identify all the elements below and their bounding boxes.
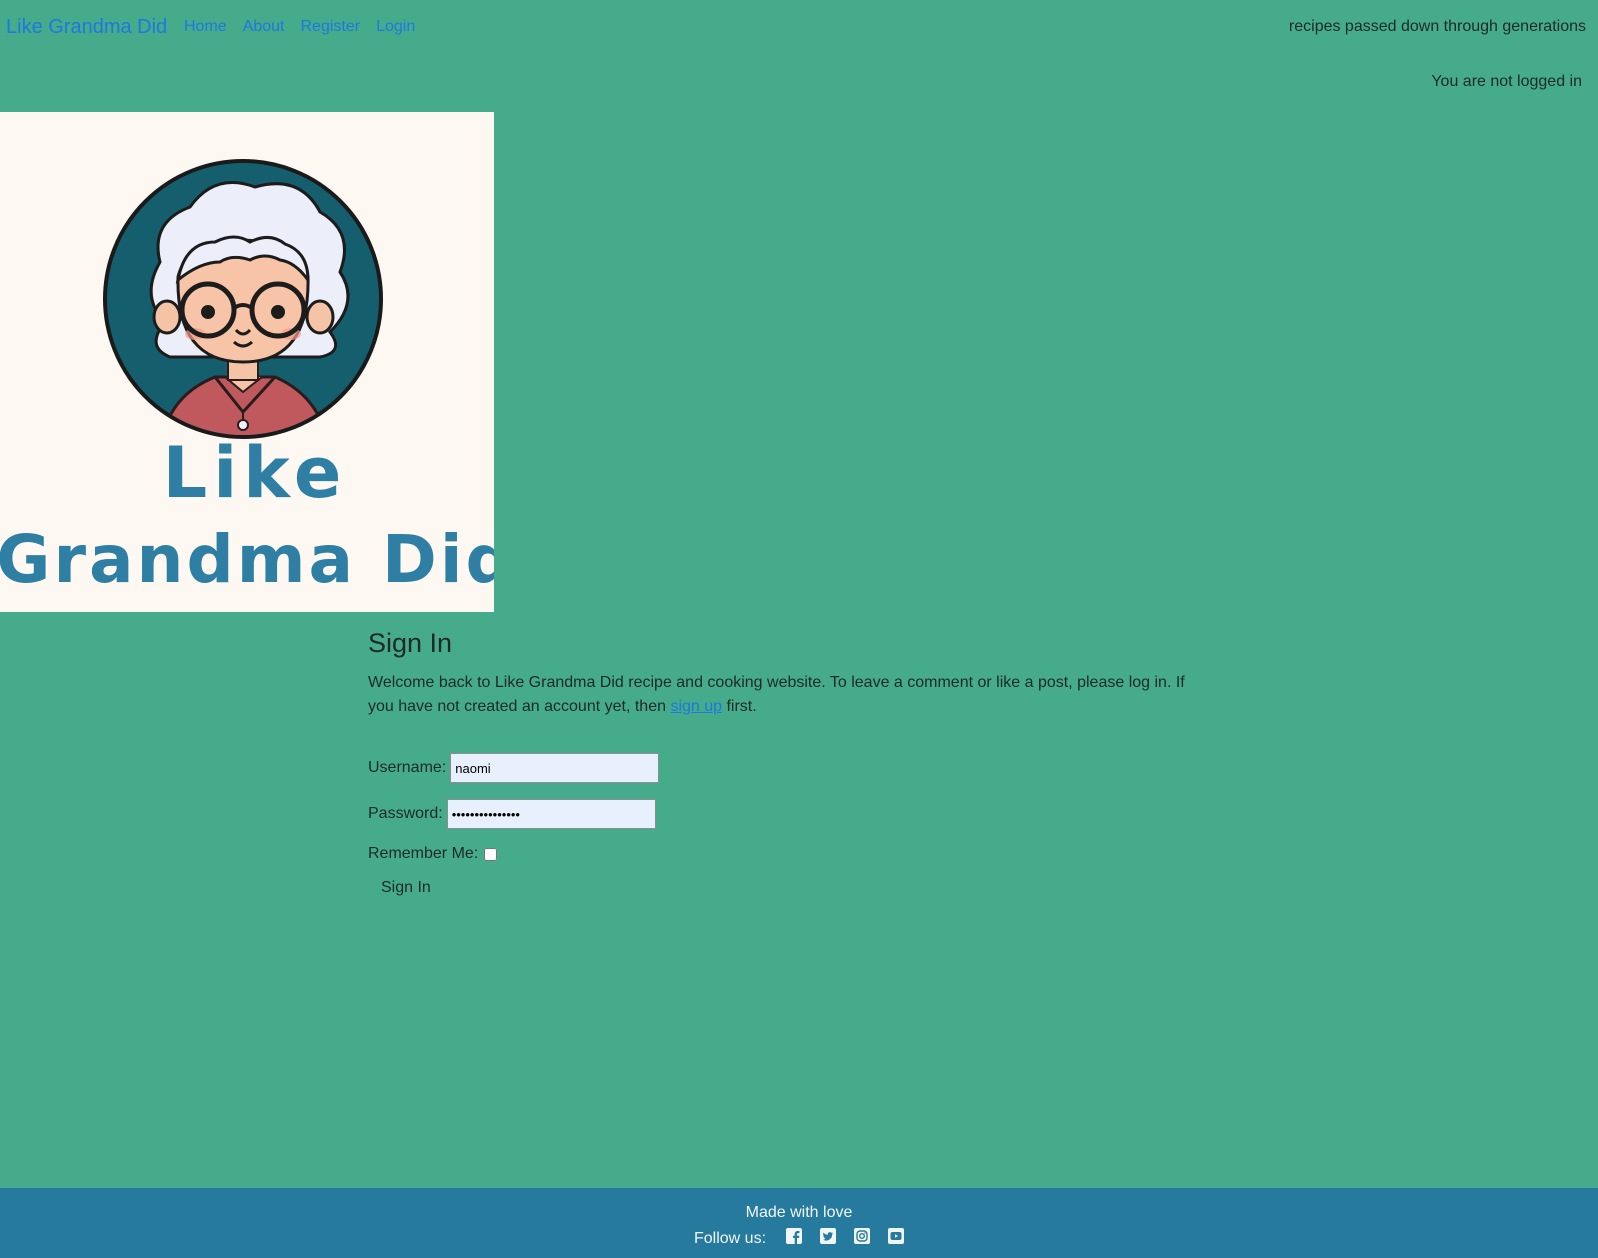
footer-made-with: Made with love (745, 1204, 853, 1221)
twitter-icon[interactable] (820, 1228, 837, 1249)
remember-me-label: Remember Me: (368, 845, 479, 862)
hero-logo-panel: Like Grandma Did (0, 112, 494, 612)
youtube-icon[interactable] (888, 1228, 905, 1249)
footer: Made with love Follow us: (0, 1188, 1598, 1258)
nav-home-link[interactable]: Home (184, 18, 227, 36)
password-row: Password: (368, 799, 1208, 829)
logo-text-grandma-did: Grandma Did (0, 521, 494, 598)
sign-up-link[interactable]: sign up (670, 698, 722, 715)
intro-text-start: Welcome back to Like Grandma Did recipe … (368, 674, 1185, 715)
sign-in-section: Sign In Welcome back to Like Grandma Did… (368, 627, 1208, 903)
follow-us-label: Follow us: (693, 1229, 767, 1247)
facebook-icon[interactable] (786, 1228, 803, 1249)
sign-in-form: Username: Password: Remember Me: Sign In (368, 753, 1208, 903)
nav-links: Home About Register Login (184, 18, 415, 36)
logo-text-like: Like (163, 432, 348, 514)
username-input[interactable] (450, 753, 660, 783)
instagram-icon[interactable] (854, 1228, 871, 1249)
sign-in-button[interactable]: Sign In (368, 873, 444, 903)
username-row: Username: (368, 753, 1208, 783)
nav-register-link[interactable]: Register (301, 18, 361, 36)
remember-me-checkbox[interactable] (484, 847, 498, 861)
brand-link[interactable]: Like Grandma Did (6, 16, 167, 39)
intro-text: Welcome back to Like Grandma Did recipe … (368, 671, 1208, 719)
footer-social: Follow us: (0, 1228, 1598, 1249)
navbar: Like Grandma Did Home About Register Log… (0, 0, 1598, 56)
intro-text-end: first. (722, 698, 757, 715)
site-tagline: recipes passed down through generations (1288, 18, 1586, 35)
nav-about-link[interactable]: About (243, 18, 285, 36)
username-label: Username: (368, 759, 447, 776)
remember-row: Remember Me: (368, 845, 1208, 863)
nav-login-link[interactable]: Login (376, 18, 415, 36)
grandma-logo-image: Like Grandma Did (0, 159, 494, 598)
password-input[interactable] (446, 799, 656, 829)
password-label: Password: (368, 805, 443, 822)
login-status: You are not logged in (1431, 73, 1582, 90)
page-title: Sign In (368, 628, 453, 658)
